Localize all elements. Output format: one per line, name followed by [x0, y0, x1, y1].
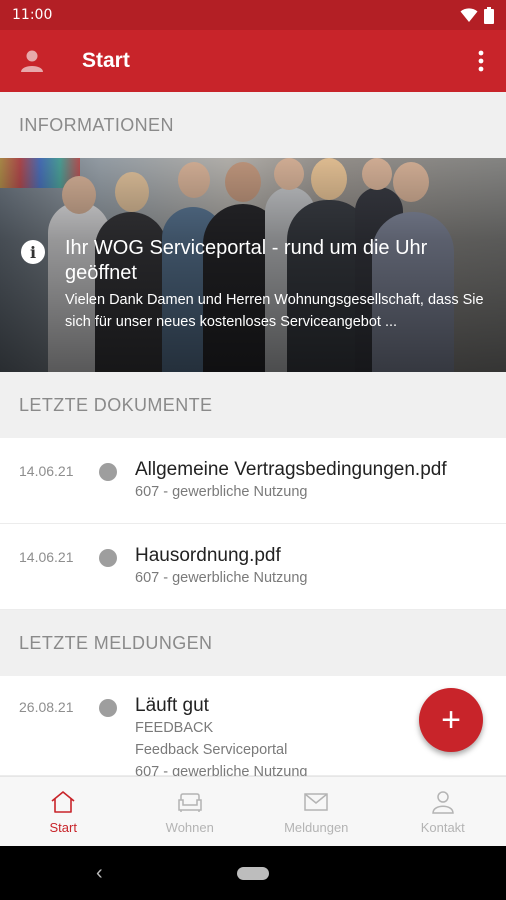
document-date: 14.06.21 — [19, 549, 74, 565]
sofa-icon — [178, 792, 202, 812]
main-content[interactable]: INFORMATIONEN i Ihr WOG Serviceportal - … — [0, 92, 506, 776]
status-icons — [460, 6, 494, 24]
nav-label: Wohnen — [165, 819, 214, 835]
wifi-icon — [460, 8, 478, 22]
page-title: Start — [82, 49, 130, 72]
back-icon[interactable]: ‹ — [96, 862, 103, 885]
status-time: 11:00 — [12, 7, 53, 23]
plus-icon: + — [441, 700, 461, 739]
message-unit: 607 - gewerbliche Nutzung — [135, 764, 308, 776]
document-item[interactable]: 14.06.21 Hausordnung.pdf 607 - gewerblic… — [0, 524, 506, 610]
app-bar: Start — [0, 30, 506, 92]
nav-item-kontakt[interactable]: Kontakt — [380, 777, 506, 846]
profile-button[interactable] — [0, 30, 64, 92]
nav-label: Kontakt — [420, 819, 465, 835]
nav-item-start[interactable]: Start — [0, 777, 127, 846]
person-icon — [21, 50, 43, 72]
status-bar: 11:00 — [0, 0, 506, 30]
info-card-title: Ihr WOG Serviceportal - rund um die Uhr … — [65, 237, 428, 284]
system-navigation-bar: ‹ — [0, 846, 506, 900]
info-card[interactable]: i Ihr WOG Serviceportal - rund um die Uh… — [0, 158, 506, 372]
document-subtitle: 607 - gewerbliche Nutzung — [135, 484, 308, 500]
status-dot — [99, 699, 117, 717]
nav-item-meldungen[interactable]: Meldungen — [253, 777, 380, 846]
home-icon — [51, 790, 75, 813]
nav-item-wohnen[interactable]: Wohnen — [127, 777, 254, 846]
document-item[interactable]: 14.06.21 Allgemeine Vertragsbedingungen.… — [0, 438, 506, 524]
add-button[interactable]: + — [419, 688, 483, 752]
document-subtitle: 607 - gewerbliche Nutzung — [135, 570, 308, 586]
nav-label: Meldungen — [284, 819, 349, 835]
section-header-meldungen: LETZTE MELDUNGEN — [19, 632, 213, 653]
section-header-informationen: INFORMATIONEN — [19, 114, 174, 135]
more-vert-icon — [478, 50, 484, 72]
overflow-menu-button[interactable] — [456, 30, 506, 92]
document-title: Allgemeine Vertragsbedingungen.pdf — [135, 459, 447, 480]
document-title: Hausordnung.pdf — [135, 545, 281, 566]
info-icon: i — [21, 240, 45, 264]
home-pill[interactable] — [237, 867, 269, 880]
document-date: 14.06.21 — [19, 463, 74, 479]
person-icon — [431, 790, 454, 814]
nav-label: Start — [49, 819, 77, 835]
info-card-text: Vielen Dank Damen und Herren Wohnungsges… — [65, 292, 484, 330]
battery-icon — [484, 6, 494, 24]
status-dot — [99, 463, 117, 481]
message-date: 26.08.21 — [19, 699, 74, 715]
section-header-dokumente: LETZTE DOKUMENTE — [19, 394, 213, 415]
mail-icon — [304, 792, 328, 811]
bottom-navigation: Start Wohnen Meldungen Kontakt — [0, 776, 506, 846]
status-dot — [99, 549, 117, 567]
